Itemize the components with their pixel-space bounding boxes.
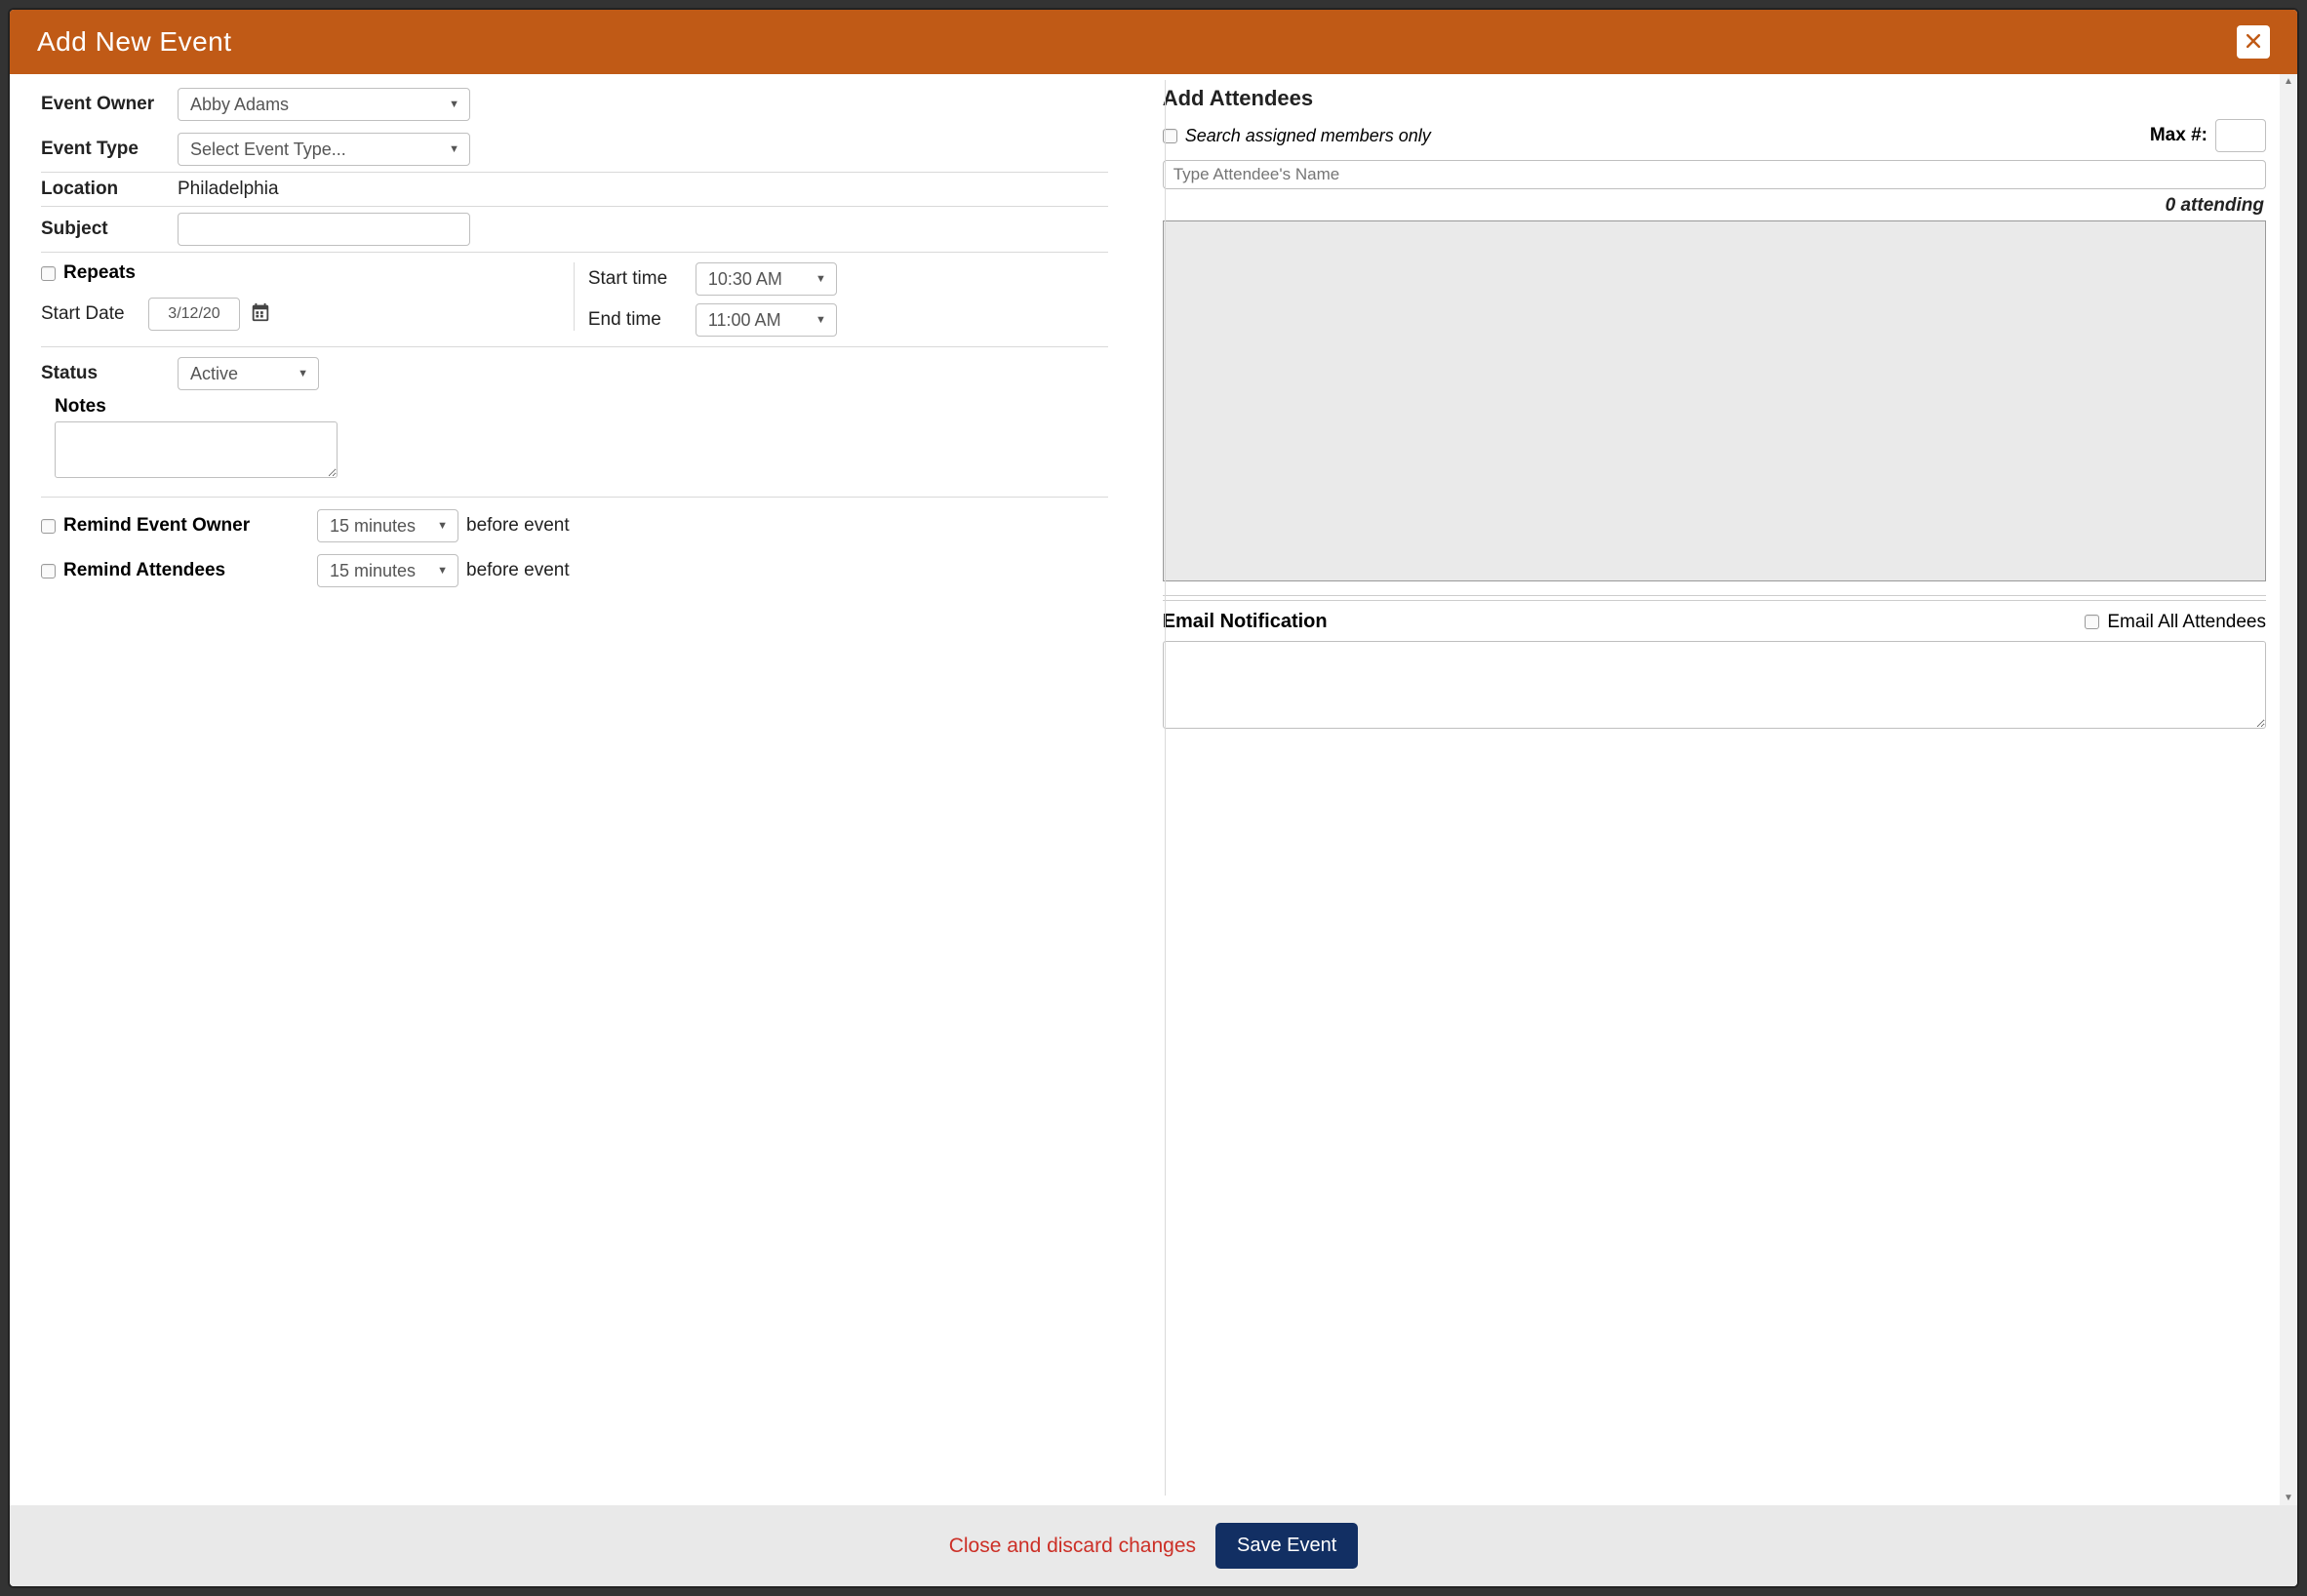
select-event-owner-value: Abby Adams [190, 95, 289, 115]
label-event-owner: Event Owner [41, 94, 178, 115]
select-end-time[interactable]: 11:00 AM [696, 303, 837, 337]
select-start-time-value: 10:30 AM [708, 269, 782, 290]
label-attending-count: 0 attending [1163, 195, 2264, 217]
label-status: Status [41, 363, 178, 384]
select-status-value: Active [190, 364, 238, 384]
label-end-time: End time [588, 309, 686, 331]
checkbox-remind-owner[interactable] [41, 519, 56, 534]
select-event-owner[interactable]: Abby Adams [178, 88, 470, 121]
value-location: Philadelphia [178, 179, 279, 200]
label-event-type: Event Type [41, 139, 178, 160]
select-remind-attendees-time[interactable]: 15 minutes [317, 554, 458, 587]
select-event-type-value: Select Event Type... [190, 140, 346, 160]
column-divider [1165, 80, 1166, 1496]
text-before-event-1: before event [466, 515, 570, 537]
label-email-all: Email All Attendees [2107, 612, 2266, 633]
modal-header: Add New Event [10, 10, 2297, 74]
add-event-modal: Add New Event Event Owner Abby Adams Eve… [8, 8, 2299, 1588]
scroll-down-icon: ▼ [2284, 1493, 2293, 1503]
scroll-up-icon: ▲ [2284, 76, 2293, 87]
row-schedule: Repeats Start Date Start time [41, 253, 1108, 347]
label-subject: Subject [41, 219, 178, 240]
modal-title: Add New Event [37, 26, 232, 58]
textarea-email-notification[interactable] [1163, 641, 2266, 729]
title-add-attendees: Add Attendees [1163, 86, 2266, 111]
close-button[interactable] [2237, 25, 2270, 59]
row-status: Status Active [41, 347, 1108, 396]
label-remind-attendees: Remind Attendees [63, 560, 317, 581]
row-event-owner: Event Owner Abby Adams [41, 82, 1108, 127]
section-divider [1163, 595, 2266, 601]
scrollbar[interactable]: ▲ ▼ [2280, 74, 2297, 1505]
button-save-event[interactable]: Save Event [1215, 1523, 1358, 1569]
row-email-notification: Email Notification Email All Attendees [1163, 611, 2266, 633]
input-attendee-search[interactable] [1163, 160, 2266, 189]
right-column: Add Attendees Search assigned members on… [1132, 74, 2266, 1486]
row-remind-owner: Remind Event Owner 15 minutes before eve… [41, 498, 1108, 548]
row-event-type: Event Type Select Event Type... [41, 127, 1108, 173]
select-event-type[interactable]: Select Event Type... [178, 133, 470, 166]
link-close-discard[interactable]: Close and discard changes [949, 1535, 1196, 1558]
modal-footer: Close and discard changes Save Event [10, 1505, 2297, 1586]
calendar-icon[interactable] [250, 301, 271, 328]
select-status[interactable]: Active [178, 357, 319, 390]
checkbox-repeats[interactable] [41, 266, 56, 281]
close-icon [2244, 26, 2263, 58]
label-search-assigned: Search assigned members only [1185, 126, 1431, 146]
label-start-date: Start Date [41, 303, 139, 325]
row-location: Location Philadelphia [41, 173, 1108, 207]
row-attendee-options: Search assigned members only Max #: [1163, 119, 2266, 152]
label-max-num: Max #: [2150, 125, 2208, 146]
label-location: Location [41, 179, 178, 200]
row-subject: Subject [41, 207, 1108, 253]
input-max-num[interactable] [2215, 119, 2266, 152]
schedule-left: Repeats Start Date [41, 262, 575, 331]
select-end-time-value: 11:00 AM [708, 310, 781, 331]
select-remind-owner-time[interactable]: 15 minutes [317, 509, 458, 542]
attendee-list-box[interactable] [1163, 220, 2266, 581]
row-remind-attendees: Remind Attendees 15 minutes before event [41, 548, 1108, 593]
schedule-right: Start time 10:30 AM End time 11:00 AM [575, 262, 1108, 337]
checkbox-remind-attendees[interactable] [41, 564, 56, 579]
label-repeats: Repeats [63, 262, 136, 284]
textarea-notes[interactable] [55, 421, 338, 478]
modal-body: Event Owner Abby Adams Event Type Select… [10, 74, 2297, 1505]
row-notes: Notes [41, 396, 1108, 483]
select-start-time[interactable]: 10:30 AM [696, 262, 837, 296]
input-subject[interactable] [178, 213, 470, 246]
label-remind-owner: Remind Event Owner [63, 515, 317, 537]
input-start-date[interactable] [148, 298, 240, 331]
left-column: Event Owner Abby Adams Event Type Select… [41, 74, 1132, 1486]
checkbox-email-all[interactable] [2085, 615, 2099, 629]
label-email-notification: Email Notification [1163, 611, 1328, 633]
text-before-event-2: before event [466, 560, 570, 581]
select-remind-owner-value: 15 minutes [330, 516, 416, 537]
select-remind-attendees-value: 15 minutes [330, 561, 416, 581]
label-notes: Notes [55, 396, 1108, 418]
label-start-time: Start time [588, 268, 686, 290]
